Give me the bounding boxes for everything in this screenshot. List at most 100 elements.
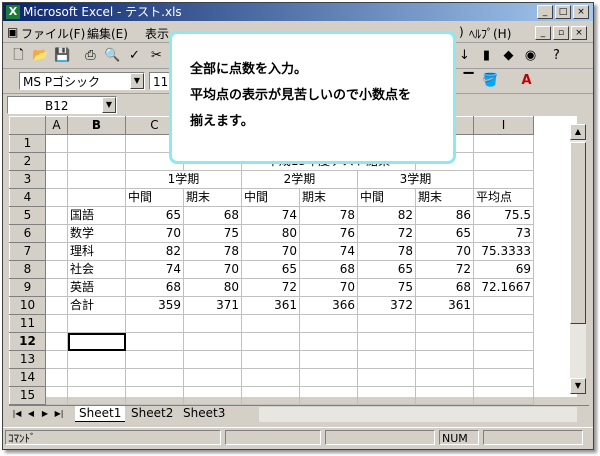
cell[interactable] [45,296,68,315]
cell[interactable]: 72 [415,260,474,279]
cell[interactable]: 75.5 [473,206,534,225]
select-all-corner[interactable] [9,116,46,135]
cell[interactable] [473,386,534,405]
border-icon[interactable]: ▔ [459,71,478,90]
cell[interactable] [125,314,184,333]
cell[interactable]: 72 [357,224,416,243]
cell[interactable]: 65 [357,260,416,279]
term-header-cell[interactable]: 2学期 [241,170,358,189]
drawing-icon[interactable]: ◆ [499,46,518,65]
cell[interactable] [67,170,126,189]
cell[interactable] [473,296,534,315]
row-header[interactable]: 6 [9,224,46,243]
cell[interactable] [357,386,416,405]
cell[interactable]: 期末 [415,188,474,207]
cell[interactable] [45,386,68,405]
print-icon[interactable]: ⎙ [81,46,100,65]
horizontal-scrollbar[interactable] [259,407,577,422]
cell[interactable] [415,350,474,369]
cell[interactable]: 73 [473,224,534,243]
vertical-scrollbar[interactable]: ▲ ▼ [570,124,586,394]
cell[interactable]: 359 [125,296,184,315]
cell[interactable] [357,368,416,387]
cell[interactable] [473,314,534,333]
cell[interactable] [125,332,184,351]
row-header[interactable]: 10 [9,296,46,315]
cell[interactable]: 78 [299,206,358,225]
cell[interactable]: 74 [241,206,300,225]
cell[interactable]: 68 [125,278,184,297]
doc-minimize-icon[interactable]: _ [535,26,551,40]
cell[interactable]: 国語 [67,206,126,225]
cell[interactable]: 68 [299,260,358,279]
menu-view[interactable]: 表示 [145,25,169,42]
chevron-down-icon[interactable]: ▼ [102,97,116,113]
last-sheet-icon[interactable]: ▶| [53,407,65,421]
close-icon[interactable]: × [573,5,589,19]
doc-close-icon[interactable]: × [571,26,587,40]
cell[interactable] [415,368,474,387]
cell[interactable] [45,350,68,369]
fill-color-icon[interactable]: 🪣 [481,71,500,90]
cell[interactable]: 合計 [67,296,126,315]
cell[interactable]: 69 [473,260,534,279]
font-name-combo[interactable]: MS Pゴシック ▼ [19,72,145,90]
cell[interactable] [299,386,358,405]
cell[interactable] [183,368,242,387]
maximize-icon[interactable]: □ [555,5,571,19]
row-header[interactable]: 13 [9,350,46,369]
cell[interactable] [125,368,184,387]
active-cell-b12[interactable] [67,332,126,351]
open-folder-icon[interactable]: 📂 [31,46,50,65]
row-header[interactable]: 4 [9,188,46,207]
cell[interactable] [473,134,534,153]
font-color-icon[interactable]: A [517,71,536,90]
tab-sheet3[interactable]: Sheet3 [179,406,229,421]
cell[interactable]: 78 [183,242,242,261]
cell[interactable] [125,386,184,405]
cell[interactable]: 70 [183,260,242,279]
cell[interactable] [67,314,126,333]
cell[interactable] [357,350,416,369]
cell[interactable] [67,152,126,171]
cell[interactable]: 75 [183,224,242,243]
cell[interactable] [45,224,68,243]
cell[interactable]: 80 [241,224,300,243]
cell[interactable]: 86 [415,206,474,225]
next-sheet-icon[interactable]: ▶ [39,407,51,421]
cell[interactable]: 期末 [183,188,242,207]
cell[interactable] [67,188,126,207]
cell[interactable] [473,170,534,189]
cell[interactable]: 中間 [357,188,416,207]
cell[interactable]: 361 [241,296,300,315]
prev-sheet-icon[interactable]: ◀ [25,407,37,421]
cell[interactable]: 76 [299,224,358,243]
cell[interactable] [183,314,242,333]
cell[interactable] [299,314,358,333]
cell[interactable] [45,314,68,333]
row-header[interactable]: 15 [9,386,46,405]
cell[interactable] [45,278,68,297]
cell[interactable]: 70 [415,242,474,261]
cell[interactable]: 70 [299,278,358,297]
cell[interactable] [45,188,68,207]
cell[interactable] [473,350,534,369]
workbook-icon[interactable]: ▣ [7,25,18,39]
cell[interactable] [473,332,534,351]
cell[interactable] [415,332,474,351]
cell[interactable] [45,170,68,189]
cell[interactable]: 68 [183,206,242,225]
cell[interactable] [45,206,68,225]
cell[interactable]: 78 [357,242,416,261]
cell[interactable] [241,386,300,405]
menu-help[interactable]: ﾍﾙﾌﾟ(H) [469,25,511,42]
cell[interactable]: 中間 [241,188,300,207]
scroll-thumb[interactable] [570,142,586,324]
chart-wizard-icon[interactable]: ▮ [477,46,496,65]
column-header[interactable]: A [45,116,68,135]
map-icon[interactable]: ◉ [521,46,540,65]
sort-desc-icon[interactable]: ↓ [455,46,474,65]
column-header[interactable]: I [473,116,534,135]
cell[interactable]: 65 [125,206,184,225]
spellcheck-icon[interactable]: ✓ [125,46,144,65]
